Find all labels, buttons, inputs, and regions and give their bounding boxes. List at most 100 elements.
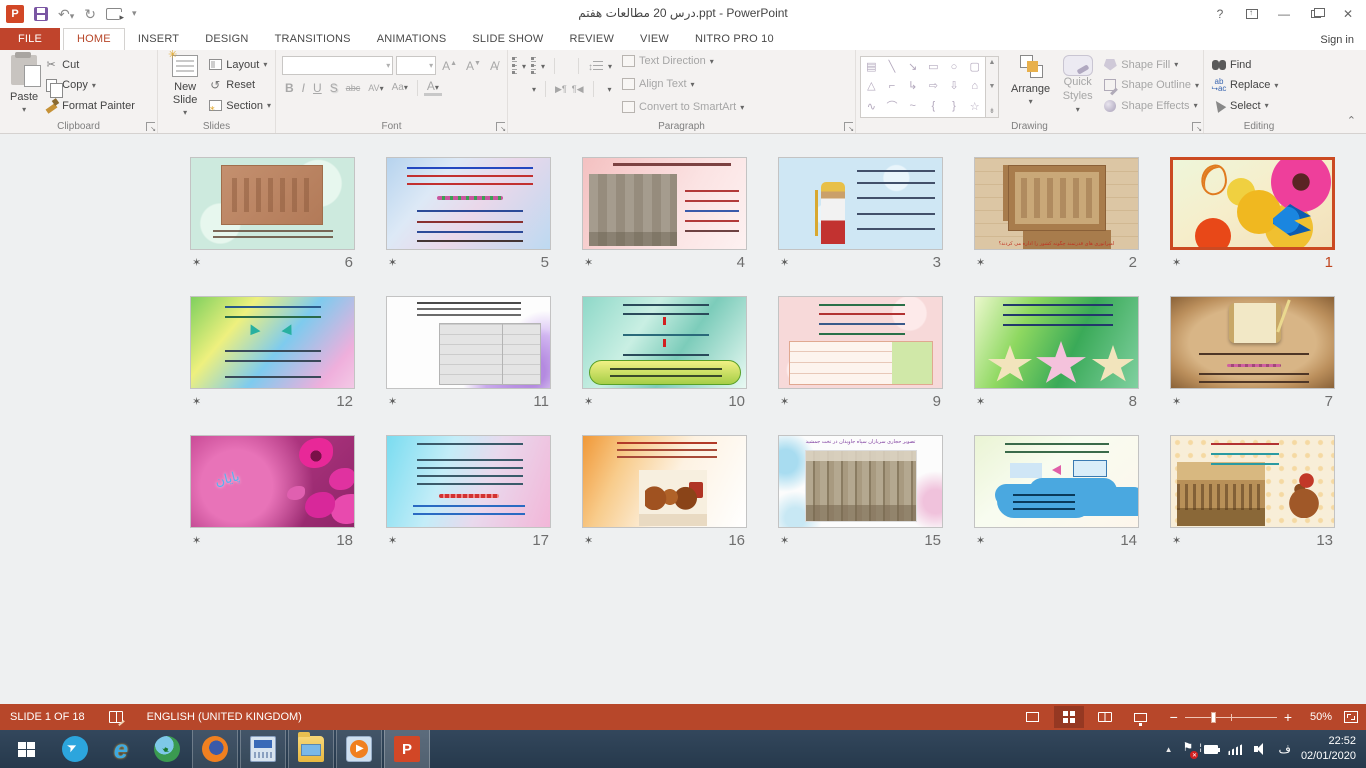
- animation-star-icon[interactable]: ✶: [192, 534, 201, 547]
- slide-sorter-canvas[interactable]: ✶6✶5✶4✶3امپراتوری های قدرتمند چگونه کشور…: [0, 135, 1366, 704]
- taskbar-icon-firefox[interactable]: [192, 730, 238, 768]
- tab-review[interactable]: REVIEW: [556, 29, 627, 50]
- ltr-direction-button[interactable]: ▶¶: [555, 84, 567, 95]
- tab-nitro-pro-10[interactable]: NITRO PRO 10: [682, 29, 787, 50]
- animation-star-icon[interactable]: ✶: [1172, 534, 1181, 547]
- taskbar-icon-ppt[interactable]: P: [384, 730, 430, 768]
- powerpoint-logo-icon[interactable]: P: [6, 5, 24, 23]
- restore-button[interactable]: [1302, 3, 1330, 25]
- network-signal-icon[interactable]: [1228, 743, 1244, 755]
- clipboard-dialog-launcher[interactable]: [146, 122, 155, 131]
- sign-in-link[interactable]: Sign in: [1320, 34, 1354, 46]
- copy-button[interactable]: Copy▾: [44, 76, 135, 95]
- animation-star-icon[interactable]: ✶: [192, 395, 201, 408]
- animation-star-icon[interactable]: ✶: [388, 534, 397, 547]
- undo-icon[interactable]: ↶▾: [58, 7, 74, 21]
- spell-check-icon[interactable]: [109, 711, 123, 723]
- slide-thumbnail-1[interactable]: [1170, 157, 1335, 250]
- shrink-font-button[interactable]: A▼: [463, 59, 484, 73]
- shape-glyph-14[interactable]: ~: [909, 100, 915, 112]
- reset-button[interactable]: ↺Reset: [208, 76, 271, 95]
- start-from-beginning-icon[interactable]: [106, 8, 122, 20]
- cut-button[interactable]: ✂Cut: [44, 55, 135, 74]
- zoom-slider-thumb[interactable]: [1211, 712, 1216, 723]
- animation-star-icon[interactable]: ✶: [1172, 256, 1181, 269]
- help-button[interactable]: ?: [1206, 3, 1234, 25]
- shape-glyph-6[interactable]: △: [867, 79, 875, 92]
- italic-button[interactable]: I: [299, 81, 308, 95]
- shape-glyph-15[interactable]: {: [931, 100, 935, 112]
- quick-styles-button[interactable]: Quick Styles ▾: [1056, 53, 1099, 119]
- shape-glyph-12[interactable]: ∿: [867, 100, 876, 113]
- action-center-icon[interactable]: [1182, 742, 1194, 756]
- new-slide-button[interactable]: New Slide ▾: [162, 53, 208, 119]
- slide-thumbnail-9[interactable]: [778, 296, 943, 389]
- layout-button[interactable]: Layout▾: [208, 55, 271, 74]
- animation-star-icon[interactable]: ✶: [976, 395, 985, 408]
- language-indicator[interactable]: ENGLISH (UNITED KINGDOM): [147, 711, 302, 723]
- animation-star-icon[interactable]: ✶: [192, 256, 201, 269]
- shapes-gallery[interactable]: ▤╲↘▭○▢△⌐↳⇨⇩⌂∿⌒~{}☆: [860, 56, 986, 118]
- shape-fill-button[interactable]: Shape Fill▾: [1103, 55, 1199, 74]
- animation-star-icon[interactable]: ✶: [780, 256, 789, 269]
- slide-thumbnail-17[interactable]: [386, 435, 551, 528]
- shape-glyph-3[interactable]: ▭: [928, 60, 938, 73]
- font-name-combo[interactable]: ▾: [282, 56, 393, 75]
- strikethrough-button[interactable]: abc: [343, 83, 364, 93]
- slide-thumbnail-12[interactable]: [190, 296, 355, 389]
- font-size-combo[interactable]: ▾: [396, 56, 436, 75]
- slide-thumbnail-2[interactable]: امپراتوری های قدرتمند چگونه کشور را ادار…: [974, 157, 1139, 250]
- shape-glyph-13[interactable]: ⌒: [886, 98, 897, 114]
- shape-glyph-0[interactable]: ▤: [866, 60, 876, 73]
- shape-glyph-10[interactable]: ⇩: [949, 79, 958, 92]
- shadow-button[interactable]: S: [327, 81, 341, 95]
- select-button[interactable]: Select▾: [1212, 96, 1310, 115]
- shape-glyph-16[interactable]: }: [952, 100, 956, 112]
- taskbar-icon-rdp[interactable]: [240, 730, 286, 768]
- slide-thumbnail-10[interactable]: [582, 296, 747, 389]
- character-spacing-button[interactable]: AV▾: [365, 83, 386, 93]
- taskbar-icon-mpc[interactable]: [336, 730, 382, 768]
- slide-thumbnail-18[interactable]: پایان: [190, 435, 355, 528]
- text-direction-button[interactable]: Text Direction▾: [622, 55, 744, 67]
- grow-font-button[interactable]: A▲: [439, 59, 460, 73]
- animation-star-icon[interactable]: ✶: [584, 395, 593, 408]
- taskbar-clock[interactable]: 22:52 02/01/2020: [1301, 734, 1356, 764]
- align-text-button[interactable]: Align Text▾: [622, 78, 744, 90]
- bold-button[interactable]: B: [282, 81, 297, 95]
- animation-star-icon[interactable]: ✶: [584, 256, 593, 269]
- animation-star-icon[interactable]: ✶: [780, 395, 789, 408]
- replace-button[interactable]: ab⮡acReplace▾: [1212, 76, 1310, 95]
- shape-outline-button[interactable]: Shape Outline▾: [1103, 76, 1199, 95]
- slide-thumbnail-13[interactable]: [1170, 435, 1335, 528]
- ribbon-display-options-button[interactable]: [1238, 3, 1266, 25]
- zoom-level[interactable]: 50%: [1298, 711, 1332, 723]
- slide-thumbnail-15[interactable]: تصویر حجاری سربازان سپاه جاویدان در تخت …: [778, 435, 943, 528]
- shape-glyph-17[interactable]: ☆: [970, 100, 980, 113]
- change-case-button[interactable]: Aa▾: [389, 82, 411, 93]
- shape-glyph-2[interactable]: ↘: [908, 60, 917, 73]
- rtl-direction-button[interactable]: ¶◀: [572, 84, 584, 95]
- shape-glyph-7[interactable]: ⌐: [889, 80, 895, 92]
- tab-slide-show[interactable]: SLIDE SHOW: [459, 29, 556, 50]
- slide-thumbnail-6[interactable]: [190, 157, 355, 250]
- tab-file[interactable]: FILE: [0, 28, 60, 50]
- start-button[interactable]: [0, 730, 52, 768]
- collapse-ribbon-button[interactable]: ⌃: [1347, 114, 1356, 127]
- shape-glyph-11[interactable]: ⌂: [971, 80, 978, 92]
- line-spacing-button[interactable]: ↕: [588, 59, 603, 73]
- slide-thumbnail-11[interactable]: [386, 296, 551, 389]
- battery-icon[interactable]: [1204, 745, 1218, 754]
- zoom-in-button[interactable]: +: [1284, 709, 1292, 725]
- minimize-button[interactable]: —: [1270, 3, 1298, 25]
- slide-thumbnail-7[interactable]: [1170, 296, 1335, 389]
- tab-design[interactable]: DESIGN: [192, 29, 261, 50]
- paragraph-dialog-launcher[interactable]: [844, 122, 853, 131]
- shape-glyph-5[interactable]: ▢: [969, 60, 979, 73]
- drawing-dialog-launcher[interactable]: [1192, 122, 1201, 131]
- slide-show-button[interactable]: [1126, 706, 1156, 728]
- slide-sorter-view-button[interactable]: [1054, 706, 1084, 728]
- animation-star-icon[interactable]: ✶: [976, 256, 985, 269]
- tab-transitions[interactable]: TRANSITIONS: [262, 29, 364, 50]
- slide-thumbnail-5[interactable]: [386, 157, 551, 250]
